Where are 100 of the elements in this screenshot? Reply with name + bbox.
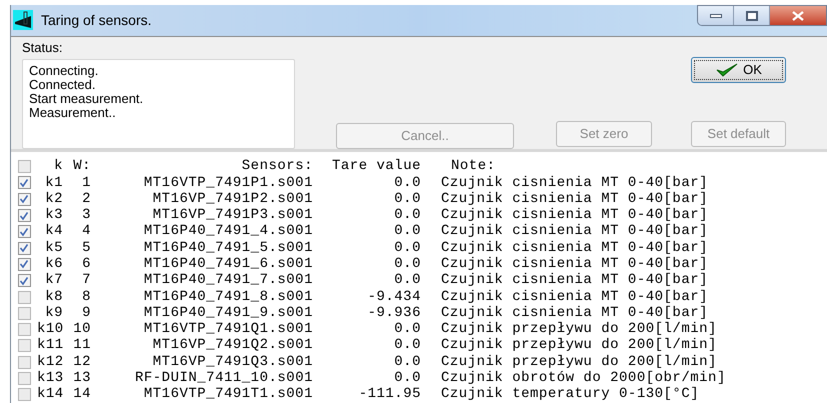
table-cell-text: 0.0	[393, 174, 421, 192]
table-cell-text: -9.936	[366, 304, 421, 322]
table-cell-text: MT16VP_7491P2.s001	[152, 190, 313, 208]
table-cell-text: k6	[44, 254, 63, 272]
column-header: Note:	[451, 157, 496, 176]
table-cell-text: 0.0	[393, 238, 421, 258]
checkbox[interactable]	[18, 258, 30, 271]
table-cell-text: MT16P40_7491_8.s001	[142, 288, 313, 306]
table-cell-text: Czujnik temperatury 0-130[°C]	[441, 385, 700, 403]
table-cell-text: Czujnik cisnienia MT 0-40[bar]	[441, 271, 708, 290]
status-log: Connecting. Connected. Start measurement. Measurement..	[22, 58, 295, 149]
column-header: Sensors:	[240, 157, 313, 176]
table-cell-text: 4	[81, 222, 91, 242]
table-cell-text: MT16VP_7491P3.s001	[152, 206, 313, 224]
table-cell-text: k8	[44, 288, 63, 306]
table-cell-text: 0.0	[393, 336, 421, 356]
table-cell-text: k9	[44, 304, 63, 322]
checkbox[interactable]	[18, 225, 30, 238]
table-cell-text: 2	[81, 190, 91, 208]
checkbox[interactable]	[18, 242, 30, 255]
table-cell-text: 3	[81, 206, 91, 224]
table-cell-text: 7	[81, 271, 91, 290]
table-cell-text: Czujnik cisnienia MT 0-40[bar]	[441, 222, 708, 240]
table-cell-text: MT16P40_7491_7.s001	[142, 271, 313, 290]
table-cell-text: 14	[72, 385, 91, 403]
table-cell-text: 0.0	[393, 190, 421, 208]
table-cell-text: k10	[37, 320, 63, 338]
table-cell-text: 0.0	[393, 352, 421, 372]
table-cell-text: MT16P40_7491_4.s001	[142, 222, 313, 242]
checkbox[interactable]	[18, 176, 30, 190]
checkmark-icon	[715, 62, 740, 78]
checkbox[interactable]	[18, 323, 30, 336]
table-cell-text: Czujnik cisnienia MT 0-40[bar]	[441, 288, 708, 306]
table-cell-text: -111.95	[358, 385, 421, 403]
table-cell-text: 8	[81, 288, 91, 306]
checkbox[interactable]	[18, 372, 30, 386]
table-cell-text: 1	[81, 174, 91, 192]
table-cell-text: MT16VTP_7491P1.s001	[142, 174, 313, 192]
table-cell-text: Czujnik obrotów do 2000[obr/min]	[441, 369, 726, 386]
table-cell-text: RF-DUIN_7411_10.s001	[134, 369, 313, 388]
table-cell-text: k5	[44, 238, 63, 256]
table-cell-text: Czujnik cisnienia MT 0-40[bar]	[441, 206, 708, 224]
table-cell-text: MT16P40_7491_6.s001	[142, 254, 313, 274]
status-label: Status:	[22, 40, 64, 56]
checkbox[interactable]	[18, 209, 30, 222]
checkbox[interactable]	[18, 274, 30, 288]
close-icon	[792, 10, 804, 20]
table-cell-text: Czujnik cisnienia MT 0-40[bar]	[441, 254, 708, 272]
table-cell-text: 10	[72, 320, 91, 338]
checkbox[interactable]	[18, 160, 30, 174]
checkbox[interactable]	[18, 192, 30, 206]
minimize-button[interactable]	[698, 6, 734, 25]
table-cell-text: k13	[37, 369, 63, 386]
table-cell-text: Czujnik cisnienia MT 0-40[bar]	[441, 304, 708, 322]
table-cell-text: k3	[44, 206, 63, 224]
table-cell-text: Czujnik cisnienia MT 0-40[bar]	[441, 238, 708, 256]
checkbox[interactable]	[18, 356, 30, 369]
table-cell-text: 5	[81, 238, 91, 258]
table-cell-text: 9	[81, 304, 91, 322]
table-cell-text: Czujnik przepływu do 200[l/min]	[441, 352, 717, 370]
column-header: W:	[72, 157, 91, 176]
table-cell-text: MT16VP_7491Q3.s001	[152, 352, 313, 372]
table-cell-text: 0.0	[393, 271, 421, 290]
table-cell-text: MT16P40_7491_9.s001	[142, 304, 313, 322]
table-cell-text: k11	[37, 336, 63, 354]
table-cell-text: k2	[44, 190, 63, 208]
table-cell-text: 0.0	[393, 254, 421, 274]
table-cell-text: k12	[37, 352, 63, 370]
checkbox[interactable]	[18, 339, 30, 352]
table-cell-text: -9.434	[366, 288, 421, 306]
close-button[interactable]	[770, 6, 826, 25]
maximize-button[interactable]	[734, 6, 770, 25]
table-cell-text: 0.0	[393, 206, 421, 224]
ok-button[interactable]: OK	[691, 56, 786, 83]
table-cell-text: MT16VTP_7491T1.s001	[142, 385, 313, 403]
app-icon	[13, 10, 33, 30]
checkbox[interactable]	[18, 306, 30, 320]
table-cell-text: Czujnik przepływu do 200[l/min]	[441, 320, 717, 338]
table-cell-text: 0.0	[393, 222, 421, 242]
column-header: Tare value	[330, 157, 421, 176]
table-cell-text: k1	[44, 174, 63, 192]
table-cell-text: k4	[44, 222, 63, 240]
table-cell-text: Czujnik przepływu do 200[l/min]	[441, 336, 717, 354]
checkbox[interactable]	[18, 388, 30, 402]
column-header: k	[53, 157, 63, 176]
table-cell-text: 0.0	[393, 320, 421, 338]
table-cell-text: 0.0	[393, 369, 421, 388]
table-cell-text: Czujnik cisnienia MT 0-40[bar]	[441, 174, 708, 192]
table-cell-text: k14	[37, 385, 63, 403]
table-cell-text: 11	[72, 336, 91, 356]
table-cell-text: MT16VTP_7491Q1.s001	[142, 320, 313, 338]
table-cell-text: 12	[72, 352, 91, 372]
table-cell-text: MT16P40_7491_5.s001	[142, 238, 313, 258]
table-cell-text: MT16VP_7491Q2.s001	[152, 336, 313, 356]
checkbox[interactable]	[18, 290, 30, 304]
table-cell-text: 6	[81, 254, 91, 274]
table-cell-text: k7	[44, 271, 63, 290]
table-cell-text: 13	[72, 369, 91, 388]
table-cell-text: Czujnik cisnienia MT 0-40[bar]	[441, 190, 708, 208]
window-title: Taring of sensors.	[41, 10, 152, 30]
